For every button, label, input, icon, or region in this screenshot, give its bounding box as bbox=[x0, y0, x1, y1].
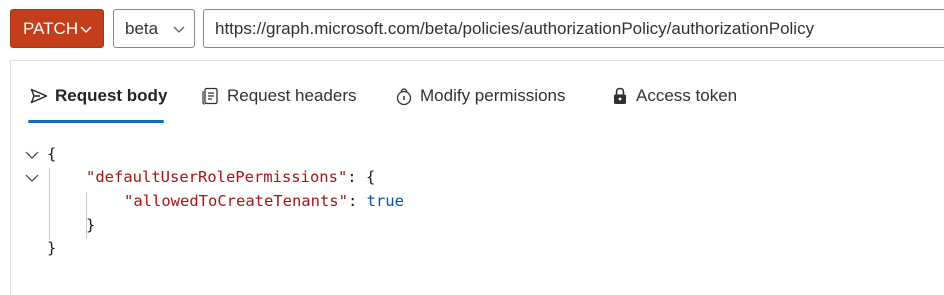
tab-request-headers[interactable]: Request headers bbox=[201, 83, 356, 109]
chevron-down-icon bbox=[80, 26, 92, 34]
json-brace: } bbox=[47, 239, 57, 257]
tab-modify-permissions[interactable]: Modify permissions bbox=[394, 83, 566, 109]
tab-label: Request body bbox=[55, 86, 168, 105]
tab-label: Access token bbox=[636, 86, 738, 105]
code-line: { bbox=[47, 145, 56, 163]
chevron-down-icon[interactable] bbox=[25, 171, 39, 185]
tab-request-body[interactable]: Request body bbox=[29, 83, 167, 109]
chevron-down-icon bbox=[173, 26, 185, 33]
code-line: "defaultUserRolePermissions": { bbox=[86, 168, 375, 186]
version-label: beta bbox=[125, 18, 159, 38]
tab-label: Request headers bbox=[227, 86, 357, 105]
code-line: "allowedToCreateTenants": true bbox=[124, 192, 404, 210]
document-icon bbox=[202, 87, 218, 105]
version-dropdown[interactable]: beta bbox=[113, 9, 195, 48]
code-line: } bbox=[86, 216, 95, 234]
request-url-input[interactable]: https://graph.microsoft.com/beta/policie… bbox=[203, 9, 944, 48]
http-method-dropdown[interactable]: PATCH bbox=[10, 9, 104, 48]
active-tab-indicator bbox=[28, 120, 164, 123]
json-brace: } bbox=[86, 216, 96, 234]
chevron-down-icon[interactable] bbox=[25, 148, 39, 162]
json-key: "defaultUserRolePermissions" bbox=[86, 168, 348, 186]
send-icon bbox=[30, 88, 48, 104]
tab-access-token[interactable]: Access token bbox=[610, 83, 737, 109]
indent-guide bbox=[49, 168, 50, 240]
json-punct: : { bbox=[347, 168, 376, 186]
code-line: } bbox=[47, 239, 56, 257]
json-brace: { bbox=[47, 145, 57, 163]
request-url-text: https://graph.microsoft.com/beta/policie… bbox=[215, 18, 815, 38]
tab-label: Modify permissions bbox=[420, 86, 566, 105]
json-value: true bbox=[366, 192, 404, 210]
lock-icon bbox=[614, 87, 626, 104]
request-body-editor[interactable]: { "defaultUserRolePermissions": { "allow… bbox=[0, 140, 944, 295]
shield-lock-icon bbox=[396, 88, 412, 106]
json-punct: : bbox=[347, 192, 367, 210]
http-method-label: PATCH bbox=[23, 18, 79, 38]
json-key: "allowedToCreateTenants" bbox=[124, 192, 348, 210]
